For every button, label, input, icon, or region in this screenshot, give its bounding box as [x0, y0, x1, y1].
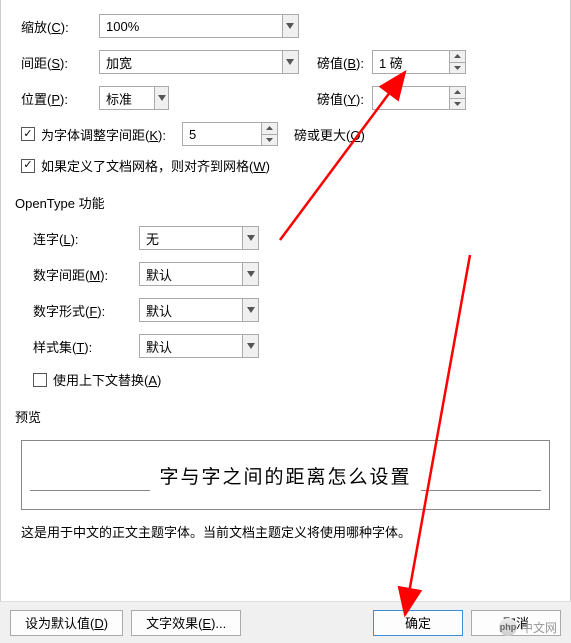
spacing-amount-label: 磅值(B):: [317, 53, 364, 72]
position-amount-input[interactable]: [373, 87, 449, 109]
chevron-down-icon: [454, 66, 461, 70]
chevron-down-icon: [247, 307, 255, 313]
position-amount-label: 磅值(Y):: [317, 89, 364, 108]
chevron-up-icon: [454, 90, 461, 94]
context-label: 使用上下文替换(A): [53, 370, 161, 389]
cancel-button[interactable]: 取消: [471, 610, 561, 636]
kerning-checkbox[interactable]: [21, 127, 35, 141]
chevron-down-icon: [454, 102, 461, 106]
preview-underline-right: [421, 490, 541, 491]
ok-button[interactable]: 确定: [373, 610, 463, 636]
snap-checkbox[interactable]: [21, 159, 35, 173]
styleset-input[interactable]: [140, 335, 242, 357]
scale-dropdown-btn[interactable]: [282, 15, 299, 37]
text-effects-button[interactable]: 文字效果(E)...: [131, 610, 241, 636]
spacing-amount-spinner[interactable]: [372, 50, 466, 74]
position-dropdown-btn[interactable]: [154, 87, 168, 109]
numspace-label: 数字间距(M):: [33, 265, 131, 284]
styleset-label: 样式集(T):: [33, 337, 131, 356]
font-description: 这是用于中文的正文主题字体。当前文档主题定义将使用哪种字体。: [21, 522, 550, 541]
kerning-unit-label: 磅或更大(O): [294, 125, 365, 144]
chevron-down-icon: [247, 235, 255, 241]
scale-label: 缩放(C):: [21, 17, 91, 36]
chevron-down-icon: [158, 95, 166, 101]
opentype-section-title: OpenType 功能: [15, 193, 550, 212]
ligature-label: 连字(L):: [33, 229, 131, 248]
chevron-up-icon: [266, 126, 273, 130]
spacing-label: 间距(S):: [21, 53, 91, 72]
spacing-combo[interactable]: [99, 50, 299, 74]
numspace-input[interactable]: [140, 263, 242, 285]
scale-input[interactable]: [100, 15, 282, 37]
chevron-down-icon: [247, 343, 255, 349]
numform-input[interactable]: [140, 299, 242, 321]
spacing-amount-up[interactable]: [450, 51, 465, 63]
numform-label: 数字形式(F):: [33, 301, 131, 320]
numspace-combo[interactable]: [139, 262, 259, 286]
styleset-dropdown-btn[interactable]: [242, 335, 258, 357]
context-checkbox[interactable]: [33, 373, 47, 387]
position-input[interactable]: [100, 87, 154, 109]
chevron-down-icon: [266, 138, 273, 142]
position-amount-up[interactable]: [450, 87, 465, 99]
chevron-down-icon: [286, 23, 294, 29]
chevron-down-icon: [286, 59, 294, 65]
position-amount-down[interactable]: [450, 99, 465, 110]
chevron-up-icon: [454, 54, 461, 58]
preview-text: 字与字之间的距离怎么设置: [159, 462, 411, 489]
kerning-label: 为字体调整字间距(K):: [41, 125, 166, 144]
ligature-combo[interactable]: [139, 226, 259, 250]
spacing-amount-down[interactable]: [450, 63, 465, 74]
scale-combo[interactable]: [99, 14, 299, 38]
preview-underline-left: [30, 490, 150, 491]
ligature-input[interactable]: [140, 227, 242, 249]
snap-label: 如果定义了文档网格，则对齐到网格(W): [41, 156, 270, 175]
kerning-input[interactable]: [183, 123, 261, 145]
spacing-amount-input[interactable]: [373, 51, 449, 73]
dialog-button-bar: 设为默认值(D) 文字效果(E)... 确定 取消: [0, 601, 571, 643]
chevron-down-icon: [247, 271, 255, 277]
set-default-button[interactable]: 设为默认值(D): [10, 610, 123, 636]
kerning-down[interactable]: [262, 135, 277, 146]
kerning-spinner[interactable]: [182, 122, 278, 146]
styleset-combo[interactable]: [139, 334, 259, 358]
position-combo[interactable]: [99, 86, 169, 110]
position-label: 位置(P):: [21, 89, 91, 108]
spacing-input[interactable]: [100, 51, 282, 73]
preview-box: 字与字之间的距离怎么设置: [21, 440, 550, 510]
spacing-dropdown-btn[interactable]: [282, 51, 299, 73]
preview-title: 预览: [15, 407, 550, 426]
position-amount-spinner[interactable]: [372, 86, 466, 110]
numform-combo[interactable]: [139, 298, 259, 322]
ligature-dropdown-btn[interactable]: [242, 227, 258, 249]
numform-dropdown-btn[interactable]: [242, 299, 258, 321]
kerning-up[interactable]: [262, 123, 277, 135]
numspace-dropdown-btn[interactable]: [242, 263, 258, 285]
